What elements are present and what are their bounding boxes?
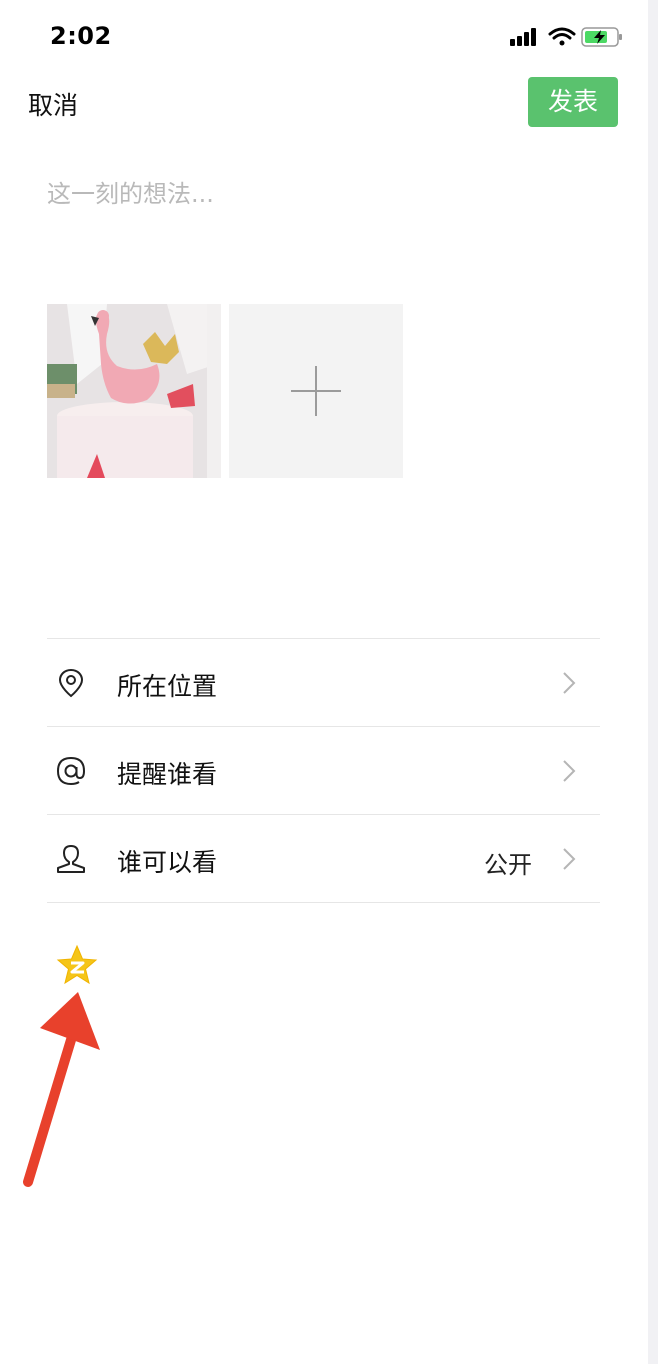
chevron-right-icon [563,848,576,870]
person-icon [57,845,85,873]
photo-thumbnail[interactable] [47,304,221,478]
option-location[interactable]: 所在位置 [47,639,600,726]
chevron-right-icon [563,672,576,694]
location-pin-icon [58,668,84,698]
option-label: 所在位置 [117,672,218,701]
flamingo-cake-photo [47,304,221,478]
moments-compose-screen: 2:02 取消 发表 这一刻的想法... 所在位置 提醒谁看 谁可以看 公开 [0,0,648,1364]
divider [47,902,600,903]
wifi-icon [548,27,576,46]
battery-charging-icon [581,27,622,47]
plus-icon [291,366,341,416]
visibility-value: 公开 [484,851,532,879]
add-photo-button[interactable] [229,304,403,478]
thought-input[interactable] [47,180,597,208]
option-label: 谁可以看 [117,848,218,877]
red-arrow-annotation [23,992,100,1187]
chevron-right-icon [563,760,576,782]
publish-button[interactable]: 发表 [528,77,618,127]
cancel-button[interactable]: 取消 [28,86,78,122]
option-mention[interactable]: 提醒谁看 [47,727,600,814]
status-time: 2:02 [50,22,112,50]
signal-icon [510,28,536,46]
qzone-star-icon[interactable] [55,944,99,988]
option-visibility[interactable]: 谁可以看 公开 [47,815,600,902]
status-icons [510,27,622,47]
option-label: 提醒谁看 [117,760,218,789]
at-sign-icon [56,756,86,786]
